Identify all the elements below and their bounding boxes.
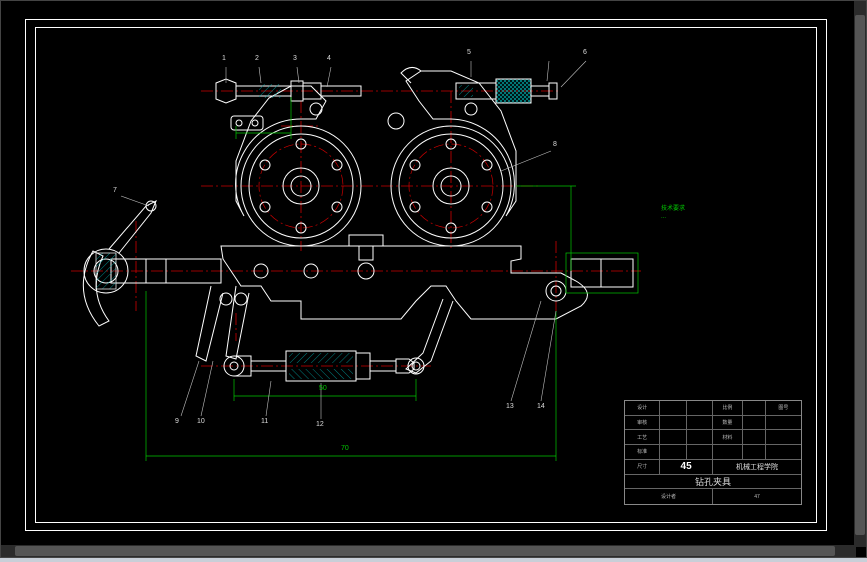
tb-r3c4: 材料 — [713, 430, 743, 444]
scrollbar-vertical[interactable] — [854, 1, 866, 547]
tb-r1c4: 比例 — [713, 401, 743, 415]
tb-r3c5 — [743, 430, 766, 444]
tb-title: 钻孔夹具 — [625, 475, 801, 489]
tb-r2c3 — [687, 416, 713, 430]
tb-r1c6: 图号 — [766, 401, 801, 415]
tb-r1c1: 设计 — [625, 401, 660, 415]
leader-2: 2 — [255, 55, 259, 62]
tb-row-1: 设计 比例 图号 — [625, 401, 801, 416]
tb-r3c1: 工艺 — [625, 430, 660, 444]
tb-r4c5 — [743, 445, 766, 459]
drawing-canvas[interactable]: 1 2 3 4 5 6 7 8 9 10 11 12 13 14 50 70 技… — [1, 1, 854, 545]
scrollbar-horizontal[interactable] — [1, 545, 856, 557]
leader-3: 3 — [293, 55, 297, 62]
tb-r7-r: 47 — [713, 489, 801, 504]
leader-10: 10 — [197, 418, 205, 425]
leader-12: 12 — [316, 421, 324, 428]
tb-r2c4: 数量 — [713, 416, 743, 430]
leader-13: 13 — [506, 403, 514, 410]
dim-2: 70 — [341, 445, 349, 452]
tb-r3c6 — [766, 430, 801, 444]
leader-7: 7 — [113, 187, 117, 194]
title-block: 设计 比例 图号 审核 数量 工艺 材料 — [624, 400, 802, 505]
tb-r3c3 — [687, 430, 713, 444]
tb-r4c4 — [713, 445, 743, 459]
tb-r4c2 — [660, 445, 686, 459]
tb-r4c6 — [766, 445, 801, 459]
leader-14: 14 — [537, 403, 545, 410]
tb-r3c2 — [660, 430, 686, 444]
cad-window: 1 2 3 4 5 6 7 8 9 10 11 12 13 14 50 70 技… — [0, 0, 867, 558]
leader-4: 4 — [327, 55, 331, 62]
dim-1: 50 — [319, 385, 327, 392]
scrollbar-v-thumb[interactable] — [855, 15, 865, 535]
tb-row-4: 标准 — [625, 445, 801, 460]
tb-r2c1: 审核 — [625, 416, 660, 430]
leader-11: 11 — [261, 418, 268, 425]
leader-1: 1 — [222, 55, 226, 62]
tb-r1c2 — [660, 401, 686, 415]
tb-r1c5 — [743, 401, 766, 415]
tb-r7-l: 设计者 — [625, 489, 713, 504]
leader-5: 5 — [467, 49, 471, 56]
tb-row-5: 尺寸 45 机械工程学院 — [625, 460, 801, 475]
tb-r4c3 — [687, 445, 713, 459]
tech-req-line: ... — [661, 214, 666, 221]
tb-row-3: 工艺 材料 — [625, 430, 801, 445]
tb-row-7: 设计者 47 — [625, 489, 801, 504]
tb-r2c5 — [743, 416, 766, 430]
tb-r4c1: 标准 — [625, 445, 660, 459]
tb-r1c3 — [687, 401, 713, 415]
tb-scale: 45 — [660, 460, 713, 474]
leader-6: 6 — [583, 49, 587, 56]
tb-row-2: 审核 数量 — [625, 416, 801, 431]
leader-9: 9 — [175, 418, 179, 425]
tb-r5-l: 尺寸 — [625, 460, 660, 474]
tech-req-title: 技术要求 — [661, 206, 685, 213]
tb-row-6: 钻孔夹具 — [625, 475, 801, 490]
tb-inst: 机械工程学院 — [713, 460, 801, 474]
scrollbar-h-thumb[interactable] — [15, 546, 835, 556]
tb-r2c2 — [660, 416, 686, 430]
tb-r2c6 — [766, 416, 801, 430]
leader-8: 8 — [553, 141, 557, 148]
